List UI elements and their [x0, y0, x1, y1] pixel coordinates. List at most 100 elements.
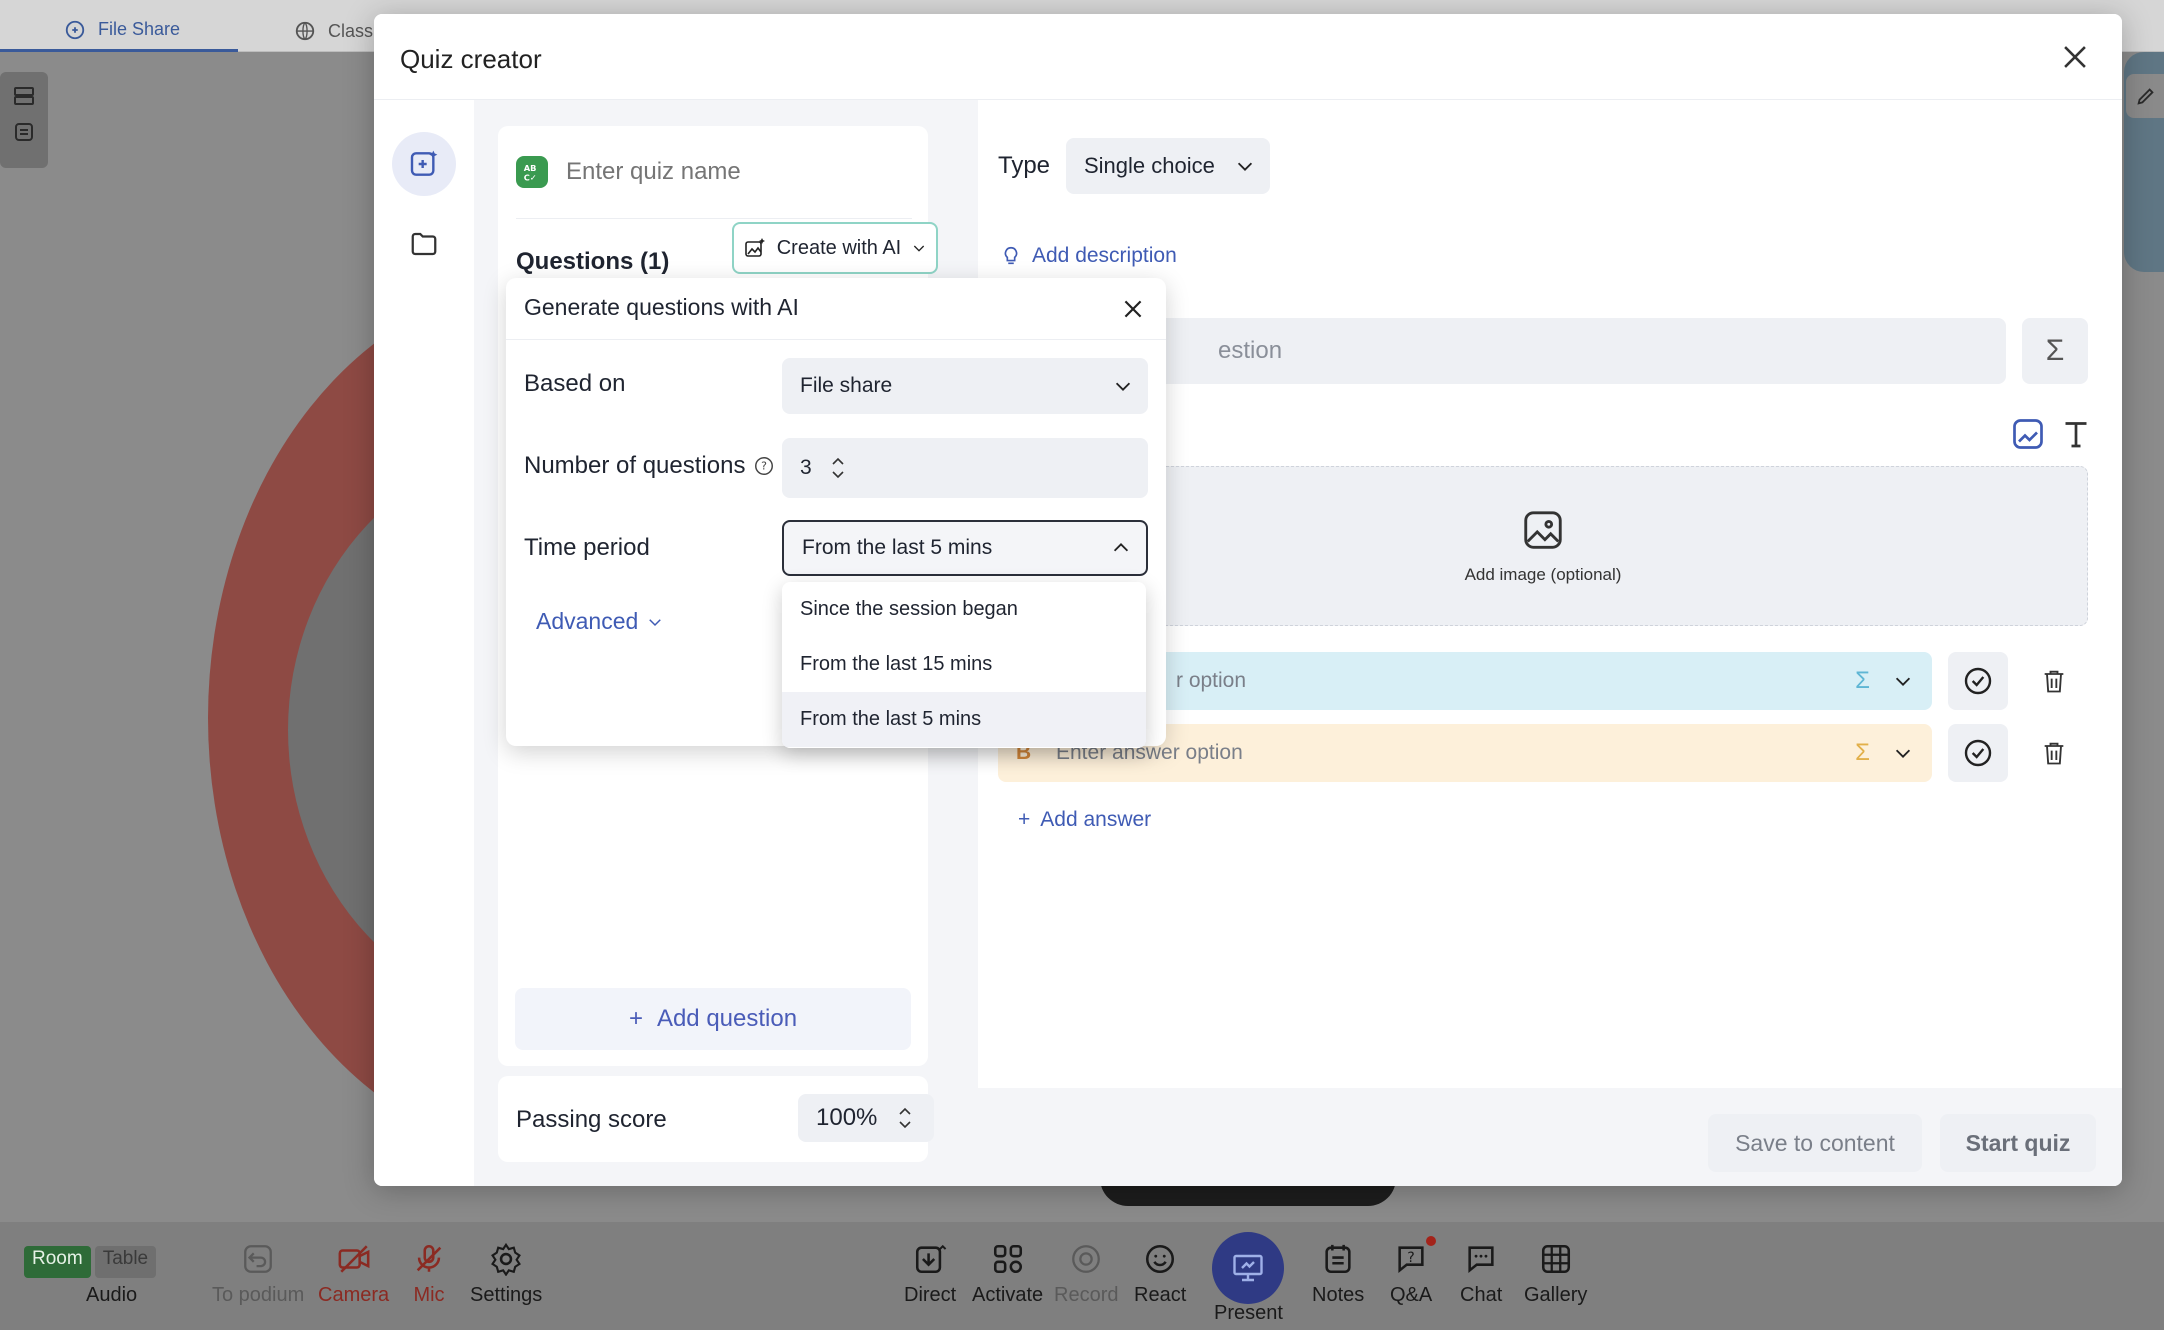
time-option-15-mins[interactable]: From the last 15 mins: [782, 637, 1146, 692]
direct-button[interactable]: Direct: [904, 1242, 956, 1307]
direct-label: Direct: [904, 1284, 957, 1306]
sigma-icon[interactable]: Σ: [1855, 739, 1870, 767]
chevron-down-icon: [1115, 382, 1131, 391]
left-rail: [0, 72, 48, 168]
passing-score-card: Passing score 100%: [498, 1076, 934, 1162]
mark-correct-button[interactable]: [1948, 724, 2008, 782]
audio-label: Audio: [86, 1284, 138, 1306]
create-with-ai-label: Create with AI: [776, 236, 902, 259]
passing-score-value: 100%: [816, 1104, 878, 1131]
question-type-value: Single choice: [1084, 153, 1215, 178]
formula-button[interactable]: Σ: [2022, 318, 2088, 384]
svg-text:?: ?: [1407, 1250, 1415, 1266]
help-circle-icon[interactable]: ?: [753, 455, 775, 477]
chevron-down-icon[interactable]: [1892, 670, 1914, 692]
to-podium-button[interactable]: To podium: [212, 1242, 304, 1307]
chevron-down-icon: [1237, 162, 1253, 171]
audio-toggle[interactable]: Room Table: [24, 1246, 157, 1278]
passing-score-label: Passing score: [516, 1106, 667, 1133]
chat-label: Chat: [1460, 1284, 1503, 1306]
pen-icon: [2137, 88, 2154, 105]
react-label: React: [1134, 1284, 1187, 1306]
add-question-label: Add question: [656, 1005, 798, 1032]
delete-answer-button[interactable]: [2024, 652, 2084, 710]
image-gen-icon[interactable]: [2010, 416, 2046, 452]
notes-button[interactable]: Notes: [1312, 1242, 1364, 1307]
add-question-button[interactable]: + Add question: [515, 988, 911, 1050]
mic-button[interactable]: Mic: [412, 1242, 446, 1307]
record-button[interactable]: Record: [1054, 1242, 1118, 1307]
activate-button[interactable]: Activate: [972, 1242, 1043, 1307]
based-on-label: Based on: [524, 370, 625, 398]
audio-room-option[interactable]: Room: [24, 1246, 91, 1278]
save-to-content-button[interactable]: Save to content: [1708, 1114, 1922, 1172]
time-period-dropdown: Since the session began From the last 15…: [782, 582, 1146, 748]
chat-icon: [1468, 1246, 1494, 1273]
to-podium-label: To podium: [212, 1284, 305, 1306]
folder-icon: [411, 232, 437, 256]
add-document-icon: [410, 150, 438, 176]
stepper-arrows-icon[interactable]: [830, 453, 846, 483]
number-of-questions-text: Number of questions: [524, 452, 746, 479]
pen-tool-button[interactable]: [2126, 74, 2164, 118]
gallery-button[interactable]: Gallery: [1524, 1242, 1587, 1307]
add-answer-label: Add answer: [1040, 808, 1152, 831]
start-quiz-button[interactable]: Start quiz: [1940, 1114, 2096, 1172]
audio-table-option[interactable]: Table: [94, 1246, 157, 1278]
trash-icon: [2044, 742, 2064, 765]
tab-class[interactable]: Class: [294, 10, 374, 52]
notes-rail-icon[interactable]: [12, 120, 36, 144]
add-image-label: Add image (optional): [1464, 565, 1622, 584]
notes-icon: [1325, 1244, 1351, 1274]
chevron-down-icon[interactable]: [1892, 742, 1914, 764]
divider: [516, 218, 912, 219]
time-option-session[interactable]: Since the session began: [782, 582, 1146, 637]
present-label: Present: [1214, 1302, 1283, 1324]
react-button[interactable]: React: [1134, 1242, 1186, 1307]
camera-button[interactable]: Camera: [318, 1242, 389, 1307]
text-format-icon[interactable]: [2058, 416, 2094, 452]
bottom-toolbar: Room Table Audio To podium Camera Mic Se…: [0, 1222, 2164, 1330]
add-description-label: Add description: [1032, 244, 1177, 267]
time-period-value: From the last 5 mins: [802, 536, 993, 559]
time-period-select[interactable]: From the last 5 mins: [782, 520, 1148, 576]
passing-score-stepper[interactable]: 100%: [798, 1094, 934, 1142]
sigma-icon[interactable]: Σ: [1855, 667, 1870, 695]
time-option-5-mins[interactable]: From the last 5 mins: [782, 692, 1146, 747]
mic-label: Mic: [413, 1284, 445, 1306]
question-type-select[interactable]: Single choice: [1066, 138, 1270, 194]
add-description-link[interactable]: Add description: [1000, 244, 1177, 268]
delete-answer-button[interactable]: [2024, 724, 2084, 782]
plus-icon: +: [1018, 808, 1031, 831]
plus-icon: +: [628, 1005, 643, 1032]
chevron-down-icon: [914, 245, 925, 252]
new-quiz-button[interactable]: [392, 132, 456, 196]
image-icon: [1524, 511, 1562, 549]
quiz-library-button[interactable]: [392, 212, 456, 276]
gallery-label: Gallery: [1524, 1284, 1588, 1306]
close-icon[interactable]: [2058, 40, 2092, 74]
mark-correct-button[interactable]: [1948, 652, 2008, 710]
create-with-ai-button[interactable]: Create with AI: [732, 222, 938, 274]
layout-icon[interactable]: [12, 84, 36, 108]
time-period-text: Time period: [524, 534, 650, 561]
questions-count-label: Questions (1): [516, 248, 670, 275]
qa-button[interactable]: ? Q&A: [1390, 1242, 1432, 1307]
settings-label: Settings: [470, 1284, 543, 1306]
camera-off-icon: [338, 1245, 370, 1273]
sigma-icon: Σ: [2045, 334, 2065, 367]
present-button[interactable]: [1212, 1232, 1284, 1304]
based-on-select[interactable]: File share: [782, 358, 1148, 414]
stepper-arrows-icon[interactable]: [897, 1104, 913, 1132]
add-answer-button[interactable]: + Add answer: [1018, 808, 1151, 832]
type-label: Type: [998, 152, 1051, 179]
close-icon[interactable]: [1120, 296, 1146, 322]
chevron-down-icon: [649, 618, 662, 626]
tab-file-share[interactable]: File Share: [0, 10, 238, 52]
advanced-toggle[interactable]: Advanced: [536, 608, 664, 635]
number-of-questions-stepper[interactable]: 3: [782, 438, 1148, 498]
quiz-abc-icon: AB C✓: [516, 156, 548, 188]
quiz-name-input[interactable]: [566, 158, 886, 186]
settings-button[interactable]: Settings: [470, 1242, 542, 1307]
chat-button[interactable]: Chat: [1460, 1242, 1502, 1307]
